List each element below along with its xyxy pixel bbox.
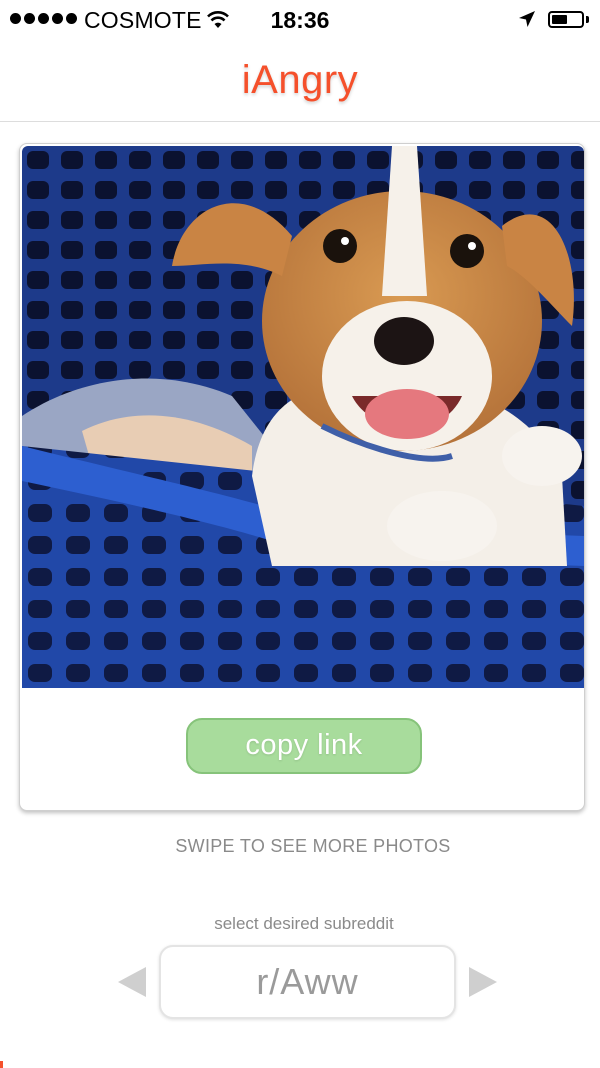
- arrow-right-icon[interactable]: [469, 967, 497, 997]
- status-bar: COSMOTE 18:36: [0, 0, 600, 40]
- subreddit-selector[interactable]: r/Aww: [159, 945, 456, 1019]
- app-screen: COSMOTE 18:36 iAngry copy link SWIPE TO …: [0, 0, 600, 1068]
- nav-bar: iAngry: [0, 40, 600, 122]
- arrow-left-icon[interactable]: [118, 967, 146, 997]
- battery-level: [552, 15, 567, 24]
- edge-marker: [0, 1061, 3, 1068]
- photo-card[interactable]: copy link: [19, 143, 585, 811]
- subreddit-label: select desired subreddit: [214, 914, 394, 933]
- app-title: iAngry: [241, 58, 359, 102]
- copy-link-button[interactable]: copy link: [186, 718, 422, 774]
- location-arrow-icon: [519, 11, 535, 27]
- swipe-hint: SWIPE TO SEE MORE PHOTOS: [175, 836, 451, 856]
- battery-nub: [586, 16, 589, 23]
- puppy-photo[interactable]: [22, 146, 584, 688]
- status-time: 18:36: [270, 7, 330, 33]
- battery-icon: [548, 11, 584, 28]
